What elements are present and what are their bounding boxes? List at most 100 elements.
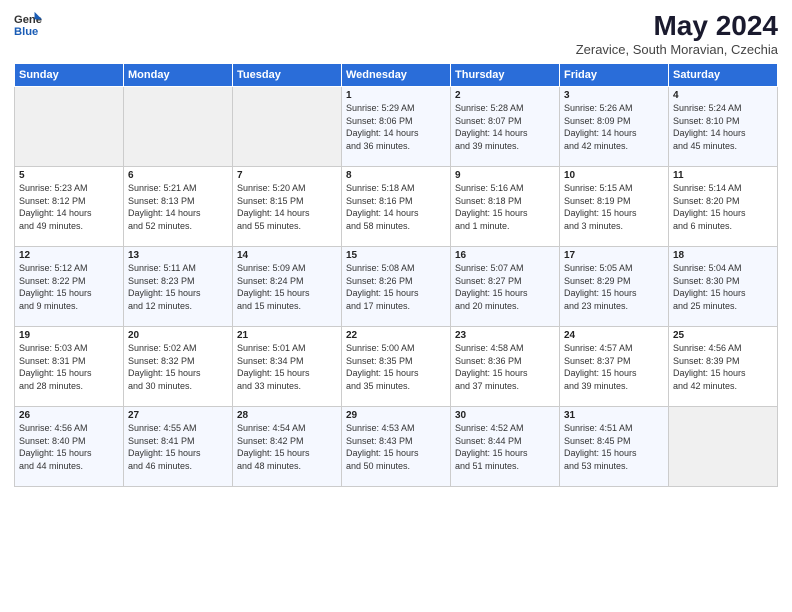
calendar-cell: 23Sunrise: 4:58 AM Sunset: 8:36 PM Dayli… xyxy=(451,327,560,407)
col-wednesday: Wednesday xyxy=(342,64,451,87)
day-number: 18 xyxy=(673,250,773,261)
day-info: Sunrise: 4:56 AM Sunset: 8:39 PM Dayligh… xyxy=(673,342,773,392)
calendar-cell: 10Sunrise: 5:15 AM Sunset: 8:19 PM Dayli… xyxy=(560,167,669,247)
day-number: 3 xyxy=(564,90,664,101)
calendar-cell: 14Sunrise: 5:09 AM Sunset: 8:24 PM Dayli… xyxy=(233,247,342,327)
calendar-cell: 24Sunrise: 4:57 AM Sunset: 8:37 PM Dayli… xyxy=(560,327,669,407)
day-number: 4 xyxy=(673,90,773,101)
day-info: Sunrise: 5:01 AM Sunset: 8:34 PM Dayligh… xyxy=(237,342,337,392)
calendar-cell: 16Sunrise: 5:07 AM Sunset: 8:27 PM Dayli… xyxy=(451,247,560,327)
calendar-cell: 26Sunrise: 4:56 AM Sunset: 8:40 PM Dayli… xyxy=(15,407,124,487)
day-info: Sunrise: 4:54 AM Sunset: 8:42 PM Dayligh… xyxy=(237,422,337,472)
day-info: Sunrise: 5:16 AM Sunset: 8:18 PM Dayligh… xyxy=(455,182,555,232)
day-number: 9 xyxy=(455,170,555,181)
calendar-week-5: 26Sunrise: 4:56 AM Sunset: 8:40 PM Dayli… xyxy=(15,407,778,487)
calendar-cell: 4Sunrise: 5:24 AM Sunset: 8:10 PM Daylig… xyxy=(669,87,778,167)
day-info: Sunrise: 5:08 AM Sunset: 8:26 PM Dayligh… xyxy=(346,262,446,312)
day-number: 24 xyxy=(564,330,664,341)
day-number: 26 xyxy=(19,410,119,421)
day-number: 28 xyxy=(237,410,337,421)
calendar-cell: 28Sunrise: 4:54 AM Sunset: 8:42 PM Dayli… xyxy=(233,407,342,487)
calendar-cell: 17Sunrise: 5:05 AM Sunset: 8:29 PM Dayli… xyxy=(560,247,669,327)
calendar-cell: 25Sunrise: 4:56 AM Sunset: 8:39 PM Dayli… xyxy=(669,327,778,407)
day-info: Sunrise: 5:03 AM Sunset: 8:31 PM Dayligh… xyxy=(19,342,119,392)
day-info: Sunrise: 4:56 AM Sunset: 8:40 PM Dayligh… xyxy=(19,422,119,472)
calendar-cell: 7Sunrise: 5:20 AM Sunset: 8:15 PM Daylig… xyxy=(233,167,342,247)
col-sunday: Sunday xyxy=(15,64,124,87)
title-block: May 2024 Zeravice, South Moravian, Czech… xyxy=(576,10,778,57)
calendar-cell: 15Sunrise: 5:08 AM Sunset: 8:26 PM Dayli… xyxy=(342,247,451,327)
day-info: Sunrise: 5:05 AM Sunset: 8:29 PM Dayligh… xyxy=(564,262,664,312)
day-info: Sunrise: 5:26 AM Sunset: 8:09 PM Dayligh… xyxy=(564,102,664,152)
day-info: Sunrise: 5:07 AM Sunset: 8:27 PM Dayligh… xyxy=(455,262,555,312)
page-subtitle: Zeravice, South Moravian, Czechia xyxy=(576,42,778,57)
day-info: Sunrise: 5:04 AM Sunset: 8:30 PM Dayligh… xyxy=(673,262,773,312)
logo: General Blue xyxy=(14,10,42,38)
day-number: 8 xyxy=(346,170,446,181)
calendar-cell: 31Sunrise: 4:51 AM Sunset: 8:45 PM Dayli… xyxy=(560,407,669,487)
day-number: 13 xyxy=(128,250,228,261)
svg-text:Blue: Blue xyxy=(14,26,38,38)
day-number: 21 xyxy=(237,330,337,341)
col-tuesday: Tuesday xyxy=(233,64,342,87)
day-number: 10 xyxy=(564,170,664,181)
calendar-cell: 19Sunrise: 5:03 AM Sunset: 8:31 PM Dayli… xyxy=(15,327,124,407)
calendar-cell: 2Sunrise: 5:28 AM Sunset: 8:07 PM Daylig… xyxy=(451,87,560,167)
day-number: 2 xyxy=(455,90,555,101)
day-number: 29 xyxy=(346,410,446,421)
day-info: Sunrise: 5:09 AM Sunset: 8:24 PM Dayligh… xyxy=(237,262,337,312)
calendar-cell: 27Sunrise: 4:55 AM Sunset: 8:41 PM Dayli… xyxy=(124,407,233,487)
day-info: Sunrise: 4:55 AM Sunset: 8:41 PM Dayligh… xyxy=(128,422,228,472)
day-info: Sunrise: 5:00 AM Sunset: 8:35 PM Dayligh… xyxy=(346,342,446,392)
day-info: Sunrise: 5:21 AM Sunset: 8:13 PM Dayligh… xyxy=(128,182,228,232)
calendar-cell: 8Sunrise: 5:18 AM Sunset: 8:16 PM Daylig… xyxy=(342,167,451,247)
day-number: 11 xyxy=(673,170,773,181)
calendar-week-4: 19Sunrise: 5:03 AM Sunset: 8:31 PM Dayli… xyxy=(15,327,778,407)
day-number: 25 xyxy=(673,330,773,341)
calendar-cell: 9Sunrise: 5:16 AM Sunset: 8:18 PM Daylig… xyxy=(451,167,560,247)
day-info: Sunrise: 4:51 AM Sunset: 8:45 PM Dayligh… xyxy=(564,422,664,472)
calendar-cell: 5Sunrise: 5:23 AM Sunset: 8:12 PM Daylig… xyxy=(15,167,124,247)
day-number: 31 xyxy=(564,410,664,421)
day-number: 14 xyxy=(237,250,337,261)
calendar-header-row: Sunday Monday Tuesday Wednesday Thursday… xyxy=(15,64,778,87)
calendar-cell xyxy=(124,87,233,167)
calendar-cell: 13Sunrise: 5:11 AM Sunset: 8:23 PM Dayli… xyxy=(124,247,233,327)
day-info: Sunrise: 5:23 AM Sunset: 8:12 PM Dayligh… xyxy=(19,182,119,232)
calendar-week-1: 1Sunrise: 5:29 AM Sunset: 8:06 PM Daylig… xyxy=(15,87,778,167)
day-info: Sunrise: 5:14 AM Sunset: 8:20 PM Dayligh… xyxy=(673,182,773,232)
col-friday: Friday xyxy=(560,64,669,87)
day-info: Sunrise: 5:24 AM Sunset: 8:10 PM Dayligh… xyxy=(673,102,773,152)
day-number: 16 xyxy=(455,250,555,261)
day-info: Sunrise: 4:53 AM Sunset: 8:43 PM Dayligh… xyxy=(346,422,446,472)
day-number: 23 xyxy=(455,330,555,341)
calendar-table: Sunday Monday Tuesday Wednesday Thursday… xyxy=(14,63,778,487)
day-info: Sunrise: 5:20 AM Sunset: 8:15 PM Dayligh… xyxy=(237,182,337,232)
day-info: Sunrise: 5:29 AM Sunset: 8:06 PM Dayligh… xyxy=(346,102,446,152)
day-info: Sunrise: 4:57 AM Sunset: 8:37 PM Dayligh… xyxy=(564,342,664,392)
page-title: May 2024 xyxy=(576,10,778,42)
day-number: 19 xyxy=(19,330,119,341)
calendar-cell xyxy=(233,87,342,167)
day-number: 15 xyxy=(346,250,446,261)
day-info: Sunrise: 4:52 AM Sunset: 8:44 PM Dayligh… xyxy=(455,422,555,472)
day-info: Sunrise: 5:11 AM Sunset: 8:23 PM Dayligh… xyxy=(128,262,228,312)
day-info: Sunrise: 5:02 AM Sunset: 8:32 PM Dayligh… xyxy=(128,342,228,392)
day-number: 20 xyxy=(128,330,228,341)
calendar-cell: 18Sunrise: 5:04 AM Sunset: 8:30 PM Dayli… xyxy=(669,247,778,327)
day-number: 7 xyxy=(237,170,337,181)
calendar-week-2: 5Sunrise: 5:23 AM Sunset: 8:12 PM Daylig… xyxy=(15,167,778,247)
day-info: Sunrise: 5:15 AM Sunset: 8:19 PM Dayligh… xyxy=(564,182,664,232)
day-number: 12 xyxy=(19,250,119,261)
calendar-cell: 6Sunrise: 5:21 AM Sunset: 8:13 PM Daylig… xyxy=(124,167,233,247)
day-number: 1 xyxy=(346,90,446,101)
logo-icon: General Blue xyxy=(14,10,42,38)
calendar-cell: 29Sunrise: 4:53 AM Sunset: 8:43 PM Dayli… xyxy=(342,407,451,487)
day-number: 17 xyxy=(564,250,664,261)
day-info: Sunrise: 5:18 AM Sunset: 8:16 PM Dayligh… xyxy=(346,182,446,232)
col-thursday: Thursday xyxy=(451,64,560,87)
day-number: 22 xyxy=(346,330,446,341)
calendar-cell: 3Sunrise: 5:26 AM Sunset: 8:09 PM Daylig… xyxy=(560,87,669,167)
col-saturday: Saturday xyxy=(669,64,778,87)
calendar-cell: 30Sunrise: 4:52 AM Sunset: 8:44 PM Dayli… xyxy=(451,407,560,487)
